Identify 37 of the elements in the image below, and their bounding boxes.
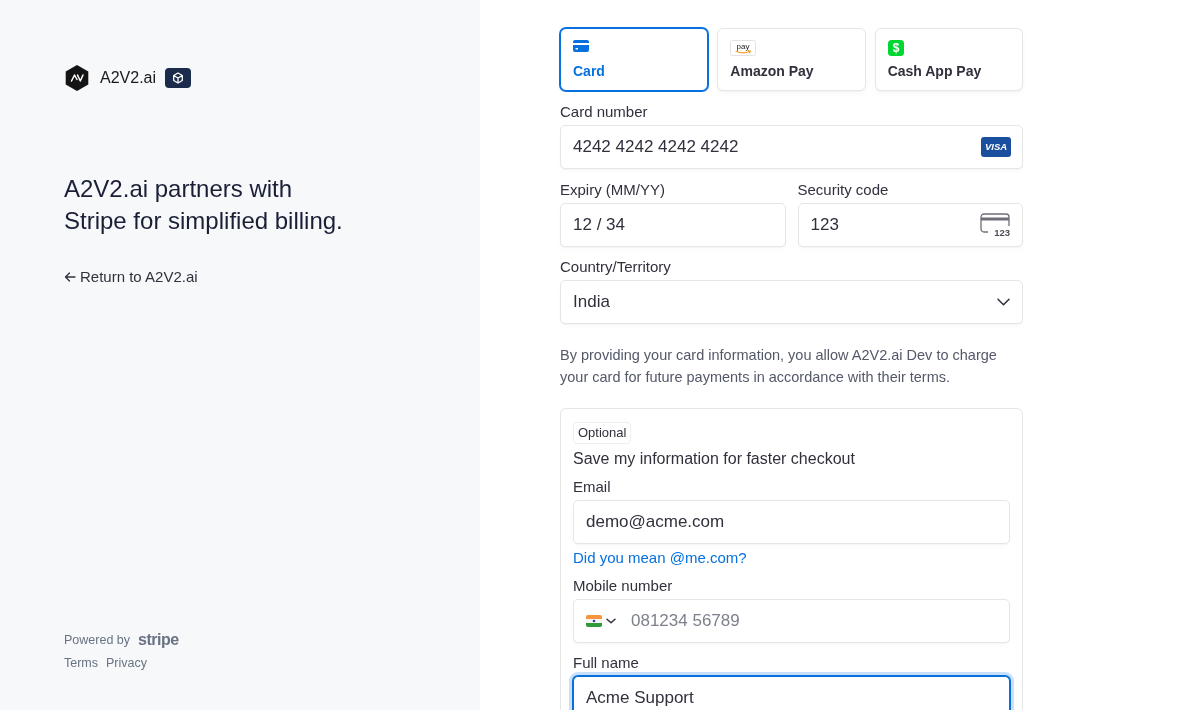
- field-label: Card number: [560, 102, 649, 122]
- country-code-button[interactable]: [586, 615, 616, 627]
- powered-by-text: Powered by: [64, 632, 130, 649]
- field-label: Full name: [573, 653, 640, 673]
- consent-text: By providing your card information, you allow A2V2.ai Dev to charge your card for future payments in accordance with their terms.: [560, 346, 998, 387]
- field-label: Expiry (MM/YY): [560, 180, 666, 200]
- full-name-field[interactable]: Acme Support: [573, 676, 1010, 710]
- visa-logo: VISA: [981, 137, 1011, 157]
- footer-link[interactable]: Terms: [64, 654, 99, 672]
- phone-field[interactable]: 081234 56789: [573, 599, 1010, 643]
- field-label: Email: [573, 477, 612, 497]
- field-label: Country/Territory: [560, 257, 672, 277]
- brand-name: A2V2.ai: [100, 68, 157, 88]
- credit-card-icon: [573, 40, 589, 52]
- payment-method-tab[interactable]: Card: [560, 28, 709, 91]
- return-link[interactable]: Return to A2V2.ai: [64, 267, 198, 287]
- email-field[interactable]: demo@acme.com: [573, 500, 1010, 544]
- pay-logo-icon: pay: [730, 40, 757, 56]
- field-label: Security code: [797, 180, 890, 200]
- headline: A2V2.ai partners with Stripe for simplified billing.: [64, 174, 344, 236]
- chevron-down-icon: [997, 298, 1010, 306]
- country-select[interactable]: India: [560, 280, 1023, 324]
- stripe-logo: stripe: [138, 631, 179, 649]
- chevron-down-icon: [606, 618, 616, 624]
- email-suggestion-link[interactable]: Did you mean @me.com?: [573, 548, 747, 568]
- arrow-left-icon: [64, 271, 76, 283]
- optional-label: Optional: [573, 422, 632, 444]
- footer-link[interactable]: Privacy: [106, 654, 147, 672]
- expiry-field[interactable]: 12 / 34: [560, 203, 786, 247]
- payment-method-tab[interactable]: pay Amazon Pay: [717, 28, 866, 91]
- payment-method-tab[interactable]: $ Cash App Pay: [874, 28, 1023, 91]
- cube-icon: [165, 68, 192, 88]
- save-info-title: Save my information for faster checkout: [573, 449, 856, 469]
- dollar-app-icon: $: [887, 40, 904, 56]
- field-label: Mobile number: [573, 576, 674, 596]
- india-flag-icon: [586, 615, 602, 627]
- hexagon-logo-icon: [64, 65, 90, 91]
